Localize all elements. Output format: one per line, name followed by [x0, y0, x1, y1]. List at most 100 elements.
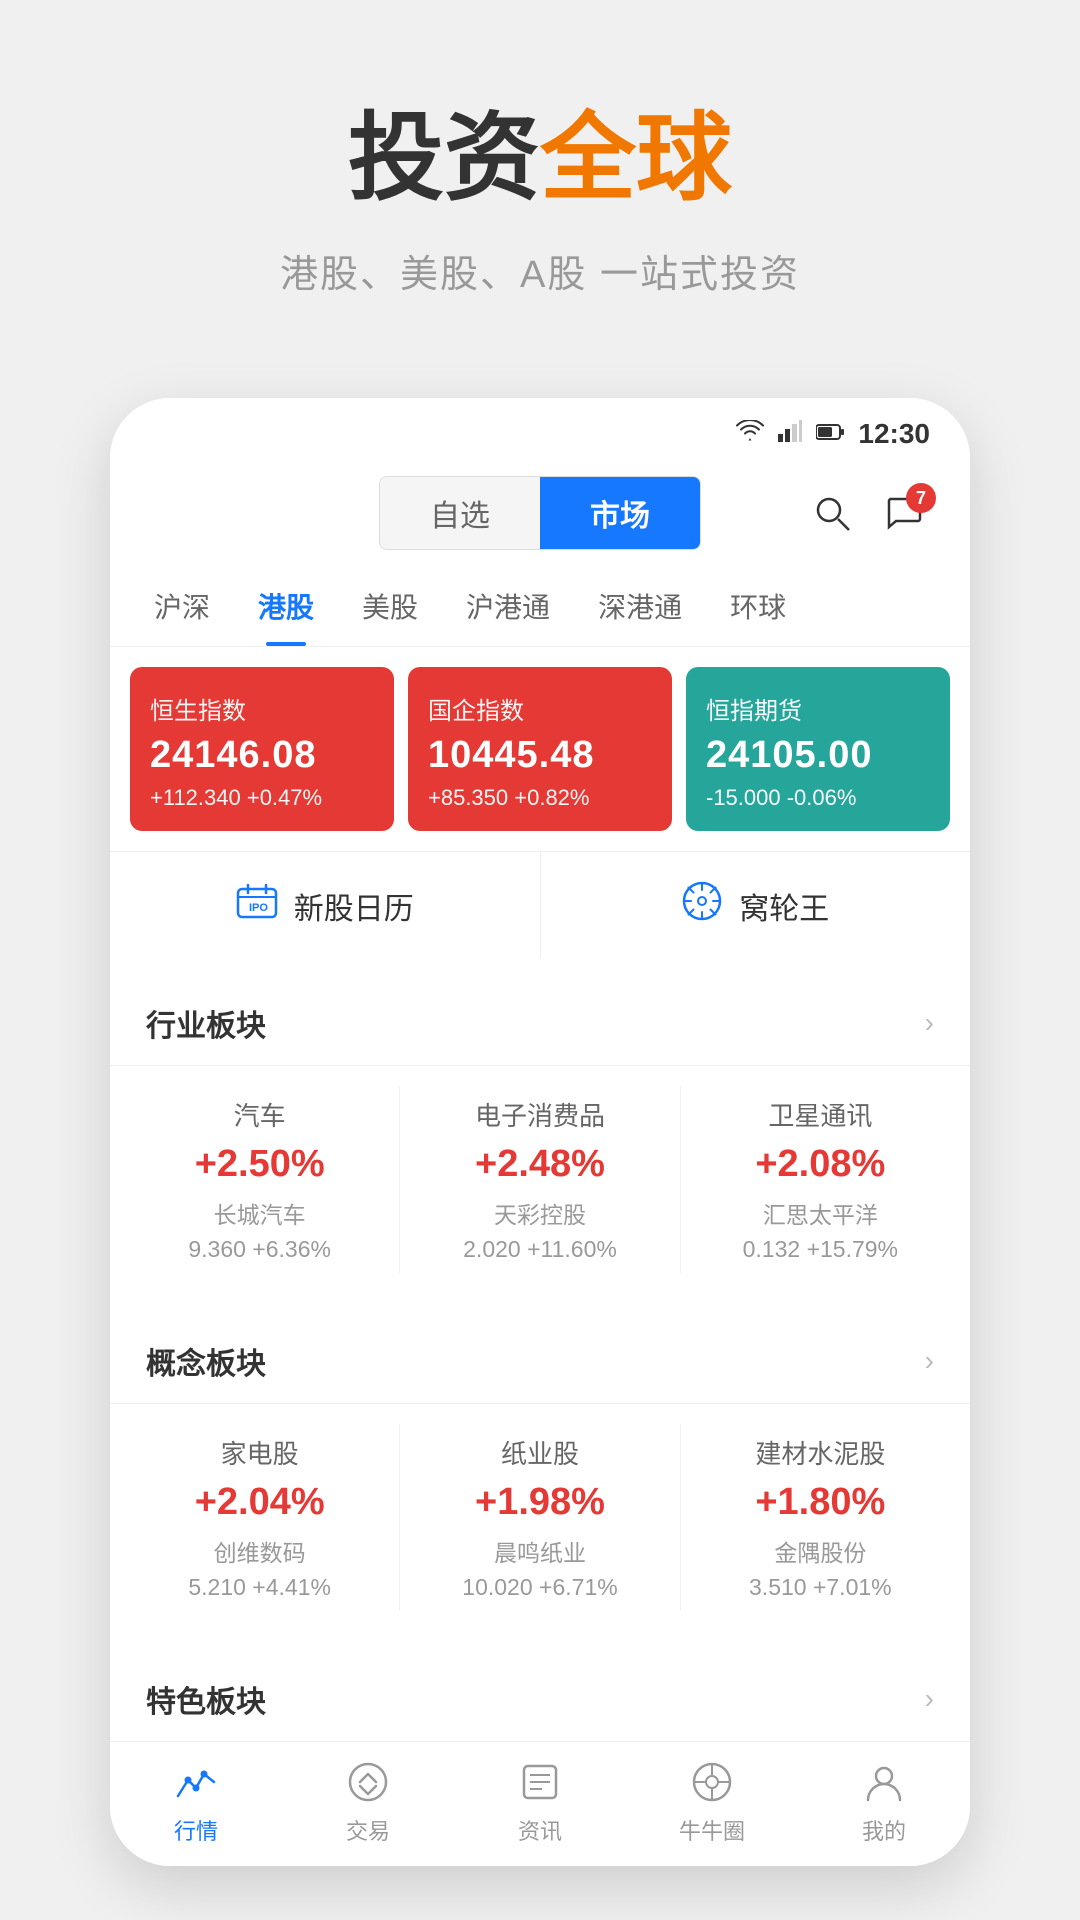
paper-name: 纸业股: [501, 1434, 579, 1471]
index-card-hscei[interactable]: 国企指数 10445.48 +85.350 +0.82%: [408, 667, 672, 831]
special-sector-header[interactable]: 特色板块 ›: [110, 1649, 970, 1741]
hscei-name: 国企指数: [428, 691, 652, 726]
satellite-stock: 汇思太平洋: [763, 1196, 878, 1230]
nav-item-community[interactable]: 牛牛圈: [626, 1758, 798, 1846]
concept-chevron-icon: ›: [925, 1345, 934, 1377]
profile-icon: [860, 1758, 908, 1806]
hero-subtitle: 港股、美股、A股 一站式投资: [280, 243, 800, 298]
message-button[interactable]: 7: [878, 487, 930, 539]
hscei-change: +85.350 +0.82%: [428, 785, 652, 811]
status-time: 12:30: [858, 418, 930, 450]
futures-name: 恒指期货: [706, 691, 930, 726]
quick-actions: IPO 新股日历 窝轮王: [110, 851, 970, 959]
industry-sector: 行业板块 › 汽车 +2.50% 长城汽车 9.360 +6.36% 电子消费品…: [110, 973, 970, 1297]
nav-label-market: 行情: [174, 1814, 218, 1846]
electronics-price: 2.020 +11.60%: [463, 1236, 617, 1263]
market-tab-shhk[interactable]: 沪港通: [442, 566, 574, 646]
industry-chevron-icon: ›: [925, 1007, 934, 1039]
cement-name: 建材水泥股: [755, 1434, 885, 1471]
futures-change: -15.000 -0.06%: [706, 785, 930, 811]
special-chevron-icon: ›: [925, 1683, 934, 1715]
market-tabs: 沪深 港股 美股 沪港通 深港通 环球: [110, 566, 970, 647]
paper-price: 10.020 +6.71%: [462, 1574, 617, 1601]
market-tab-global[interactable]: 环球: [706, 566, 810, 646]
nav-label-news: 资讯: [518, 1814, 562, 1846]
hscei-value: 10445.48: [428, 734, 652, 777]
nav-label-community: 牛牛圈: [679, 1814, 745, 1846]
search-button[interactable]: [806, 487, 858, 539]
signal-icon: [778, 420, 802, 448]
appliance-price: 5.210 +4.41%: [188, 1574, 331, 1601]
concept-item-appliance[interactable]: 家电股 +2.04% 创维数码 5.210 +4.41%: [120, 1424, 400, 1611]
hero-title-orange: 全球: [540, 80, 732, 219]
hero-title: 投资 全球: [348, 80, 732, 219]
paper-pct: +1.98%: [475, 1481, 605, 1524]
cement-stock: 金隅股份: [774, 1534, 866, 1568]
electronics-pct: +2.48%: [475, 1143, 605, 1186]
tab-switcher[interactable]: 自选 市场: [379, 476, 701, 550]
appliance-stock: 创维数码: [214, 1534, 306, 1568]
tab-watchlist[interactable]: 自选: [380, 477, 540, 549]
ipo-icon: IPO: [236, 883, 278, 928]
nav-label-profile: 我的: [862, 1814, 906, 1846]
nav-item-profile[interactable]: 我的: [798, 1758, 970, 1846]
trade-icon: [344, 1758, 392, 1806]
concept-sector: 概念板块 › 家电股 +2.04% 创维数码 5.210 +4.41% 纸业股 …: [110, 1311, 970, 1635]
bottom-nav: 行情 交易 资讯: [110, 1741, 970, 1866]
auto-name: 汽车: [234, 1096, 286, 1133]
market-tab-hushen[interactable]: 沪深: [130, 566, 234, 646]
satellite-pct: +2.08%: [755, 1143, 885, 1186]
paper-stock: 晨鸣纸业: [494, 1534, 586, 1568]
news-icon: [516, 1758, 564, 1806]
futures-value: 24105.00: [706, 734, 930, 777]
nav-item-news[interactable]: 资讯: [454, 1758, 626, 1846]
appliance-name: 家电股: [221, 1434, 299, 1471]
auto-price: 9.360 +6.36%: [188, 1236, 331, 1263]
industry-item-electronics[interactable]: 电子消费品 +2.48% 天彩控股 2.020 +11.60%: [400, 1086, 680, 1273]
market-tab-szhk[interactable]: 深港通: [574, 566, 706, 646]
battery-icon: [816, 421, 844, 447]
hsi-change: +112.340 +0.47%: [150, 785, 374, 811]
hsi-value: 24146.08: [150, 734, 374, 777]
ipo-calendar-action[interactable]: IPO 新股日历: [110, 852, 541, 959]
special-sector: 特色板块 ›: [110, 1649, 970, 1741]
industry-sector-items: 汽车 +2.50% 长城汽车 9.360 +6.36% 电子消费品 +2.48%…: [110, 1066, 970, 1297]
hero-title-black: 投资: [348, 80, 540, 219]
message-badge: 7: [906, 483, 936, 513]
special-sector-title: 特色板块: [146, 1677, 266, 1721]
index-card-hsi[interactable]: 恒生指数 24146.08 +112.340 +0.47%: [130, 667, 394, 831]
concept-item-paper[interactable]: 纸业股 +1.98% 晨鸣纸业 10.020 +6.71%: [400, 1424, 680, 1611]
community-icon: [688, 1758, 736, 1806]
cement-pct: +1.80%: [755, 1481, 885, 1524]
electronics-name: 电子消费品: [475, 1096, 605, 1133]
hsi-name: 恒生指数: [150, 691, 374, 726]
satellite-price: 0.132 +15.79%: [743, 1236, 898, 1263]
market-tab-us[interactable]: 美股: [338, 566, 442, 646]
svg-text:IPO: IPO: [249, 902, 268, 914]
auto-pct: +2.50%: [195, 1143, 325, 1186]
industry-item-auto[interactable]: 汽车 +2.50% 长城汽车 9.360 +6.36%: [120, 1086, 400, 1273]
concept-sector-header[interactable]: 概念板块 ›: [110, 1311, 970, 1404]
wheel-icon: [681, 880, 723, 931]
auto-stock: 长城汽车: [214, 1196, 306, 1230]
concept-item-cement[interactable]: 建材水泥股 +1.80% 金隅股份 3.510 +7.01%: [681, 1424, 960, 1611]
appliance-pct: +2.04%: [195, 1481, 325, 1524]
index-cards: 恒生指数 24146.08 +112.340 +0.47% 国企指数 10445…: [110, 647, 970, 851]
nav-label-trade: 交易: [346, 1814, 390, 1846]
wifi-icon: [736, 420, 764, 448]
warrant-action[interactable]: 窝轮王: [541, 852, 971, 959]
electronics-stock: 天彩控股: [494, 1196, 586, 1230]
nav-item-trade[interactable]: 交易: [282, 1758, 454, 1846]
chart-icon: [172, 1758, 220, 1806]
ipo-calendar-label: 新股日历: [294, 884, 414, 928]
industry-sector-header[interactable]: 行业板块 ›: [110, 973, 970, 1066]
index-card-futures[interactable]: 恒指期货 24105.00 -15.000 -0.06%: [686, 667, 950, 831]
status-bar: 12:30: [110, 398, 970, 460]
industry-sector-title: 行业板块: [146, 1001, 266, 1045]
tab-market[interactable]: 市场: [540, 477, 700, 549]
market-tab-hk[interactable]: 港股: [234, 566, 338, 646]
industry-item-satellite[interactable]: 卫星通讯 +2.08% 汇思太平洋 0.132 +15.79%: [681, 1086, 960, 1273]
concept-sector-title: 概念板块: [146, 1339, 266, 1383]
phone-mockup: 12:30 自选 市场 7 沪深 港股 美股: [110, 398, 970, 1866]
nav-item-market[interactable]: 行情: [110, 1758, 282, 1846]
